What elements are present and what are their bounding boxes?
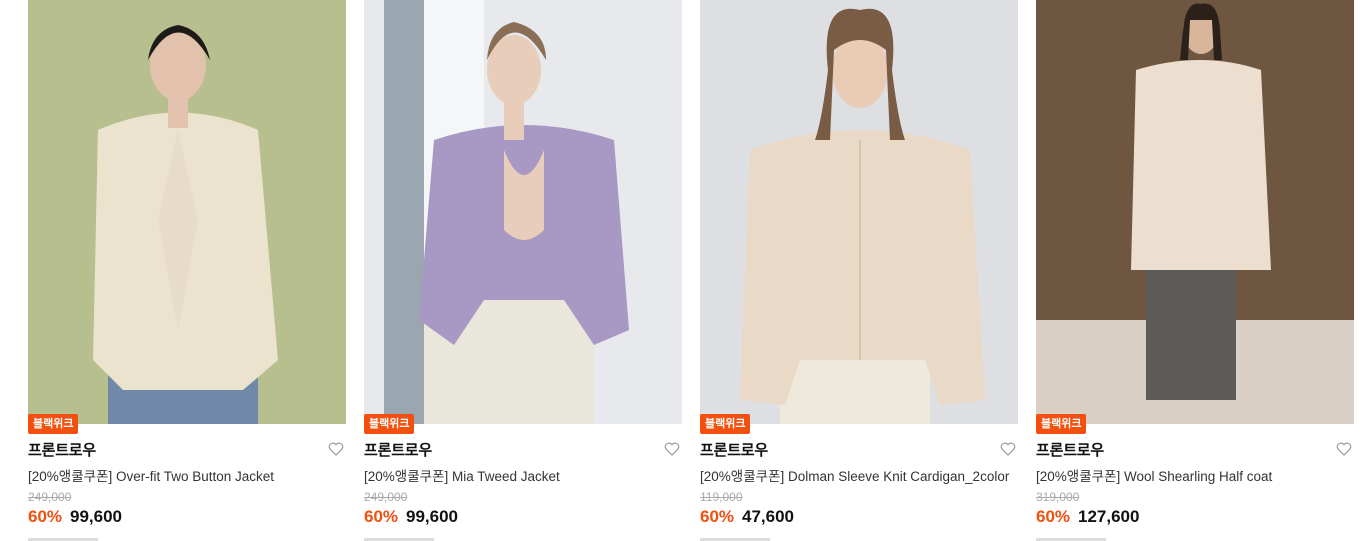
product-image[interactable] <box>700 0 1018 424</box>
product-name[interactable]: [20%앵쿨쿠폰] Mia Tweed Jacket <box>364 465 682 485</box>
product-photo <box>28 0 346 424</box>
sale-price: 99,600 <box>70 507 122 526</box>
product-grid: 블랙위크 프론트로우 [20%앵쿨쿠폰] Over-fit Two Button… <box>0 0 1360 541</box>
original-price: 119,000 <box>700 490 743 504</box>
product-photo <box>364 0 682 424</box>
brand-name[interactable]: 프론트로우 <box>700 439 768 460</box>
neck <box>504 100 524 140</box>
product-card[interactable]: 블랙위크 프론트로우 [20%앵쿨쿠폰] Over-fit Two Button… <box>28 0 346 541</box>
original-price: 319,000 <box>1036 490 1080 504</box>
product-image[interactable] <box>364 0 682 424</box>
heart-icon[interactable] <box>328 441 344 457</box>
review-summary <box>1036 533 1176 541</box>
original-price: 249,000 <box>28 490 72 504</box>
trousers <box>780 360 930 424</box>
sale-price: 47,600 <box>742 507 794 526</box>
discount-rate: 60% <box>28 507 63 526</box>
product-name[interactable]: [20%앵쿨쿠폰] Over-fit Two Button Jacket <box>28 465 346 485</box>
product-card[interactable]: 블랙위크 프론트로우 [20%앵쿨쿠폰] Wool Shearling Half… <box>1036 0 1354 541</box>
window-frame <box>384 0 424 424</box>
heart-icon[interactable] <box>1336 441 1352 457</box>
heart-icon[interactable] <box>664 441 680 457</box>
product-image[interactable] <box>28 0 346 424</box>
sale-price: 127,600 <box>1078 507 1140 526</box>
black-week-badge: 블랙위크 <box>28 414 79 434</box>
coat-shape <box>1131 60 1271 270</box>
brand-name[interactable]: 프론트로우 <box>364 439 432 460</box>
review-summary <box>28 533 168 541</box>
discount-rate: 60% <box>364 507 399 526</box>
review-summary <box>364 533 504 541</box>
black-week-badge: 블랙위크 <box>700 414 751 434</box>
black-week-badge: 블랙위크 <box>1036 414 1087 434</box>
product-card[interactable]: 블랙위크 프론트로우 [20%앵쿨쿠폰] Dolman Sleeve Knit … <box>700 0 1018 541</box>
discount-rate: 60% <box>700 507 735 526</box>
product-name[interactable]: [20%앵쿨쿠폰] Dolman Sleeve Knit Cardigan_2c… <box>700 465 1018 485</box>
review-summary <box>700 533 840 541</box>
heart-icon[interactable] <box>1000 441 1016 457</box>
product-image[interactable] <box>1036 0 1354 424</box>
product-photo <box>1036 0 1354 424</box>
brand-name[interactable]: 프론트로우 <box>1036 439 1104 460</box>
original-price: 249,000 <box>364 490 408 504</box>
neck <box>168 98 188 128</box>
discount-rate: 60% <box>1036 507 1071 526</box>
product-name[interactable]: [20%앵쿨쿠폰] Wool Shearling Half coat <box>1036 465 1354 485</box>
brand-name[interactable]: 프론트로우 <box>28 439 96 460</box>
product-photo <box>700 0 1018 424</box>
black-week-badge: 블랙위크 <box>364 414 415 434</box>
product-card[interactable]: 블랙위크 프론트로우 [20%앵쿨쿠폰] Mia Tweed Jacket 24… <box>364 0 682 541</box>
sale-price: 99,600 <box>406 507 458 526</box>
